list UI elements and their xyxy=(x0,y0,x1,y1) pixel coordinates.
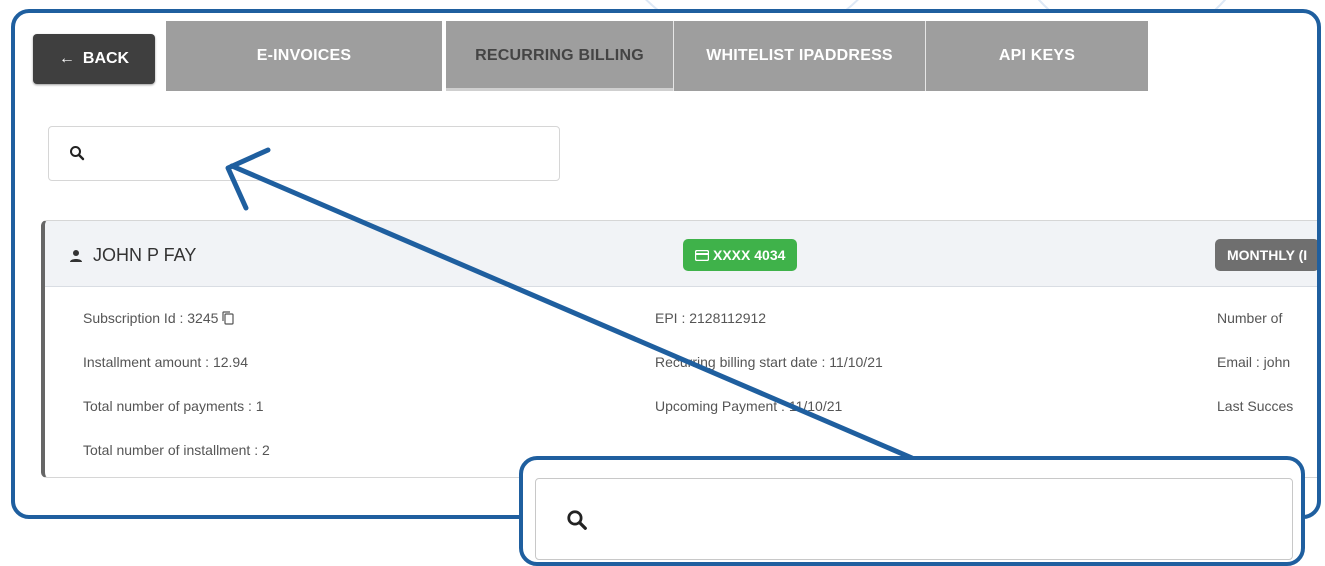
search-icon xyxy=(70,146,85,161)
tab-whitelist-ipaddress[interactable]: WHITELIST IPADDRESS xyxy=(673,21,925,91)
tab-api-keys[interactable]: API KEYS xyxy=(925,21,1148,91)
installment-amount: Installment amount : 12.94 xyxy=(83,354,248,370)
tab-label: E-INVOICES xyxy=(256,47,352,64)
search-icon xyxy=(567,510,587,530)
subscription-id: Subscription Id : 3245 xyxy=(83,310,235,326)
search-input[interactable] xyxy=(48,126,560,181)
back-button[interactable]: ← BACK xyxy=(33,34,155,84)
subscription-card: JOHN P FAY XXXX 4034 MONTHLY (I Subscrip… xyxy=(41,220,1317,478)
epi: EPI : 2128112912 xyxy=(655,310,767,326)
zoom-callout xyxy=(519,456,1305,566)
app-frame: ← BACK E-INVOICES RECURRING BILLING WHIT… xyxy=(11,9,1321,519)
card-badge-text: XXXX 4034 xyxy=(713,247,786,263)
tab-label: RECURRING BILLING xyxy=(475,47,644,64)
total-payments: Total number of payments : 1 xyxy=(83,398,264,414)
copy-icon[interactable] xyxy=(222,311,235,325)
arrow-left-icon: ← xyxy=(58,50,75,67)
email: Email : john xyxy=(1217,354,1291,370)
total-installments: Total number of installment : 2 xyxy=(83,442,270,458)
upcoming-payment: Upcoming Payment : 11/10/21 xyxy=(655,398,843,414)
card-badge: XXXX 4034 xyxy=(683,239,798,271)
tab-recurring-billing[interactable]: RECURRING BILLING xyxy=(446,21,673,91)
start-date: Recurring billing start date : 11/10/21 xyxy=(655,354,883,370)
tab-e-invoices[interactable]: E-INVOICES xyxy=(166,21,442,91)
customer-name: JOHN P FAY xyxy=(69,245,196,266)
tab-label: API KEYS xyxy=(998,47,1076,64)
subscription-card-header: JOHN P FAY XXXX 4034 MONTHLY (I xyxy=(45,221,1317,287)
number-of-label: Number of xyxy=(1217,310,1283,326)
back-button-label: BACK xyxy=(82,50,130,67)
credit-card-icon xyxy=(695,249,709,261)
subscription-id-text: Subscription Id : 3245 xyxy=(83,310,219,326)
customer-name-text: JOHN P FAY xyxy=(93,245,197,265)
last-successful: Last Succes xyxy=(1217,398,1294,414)
tab-label: WHITELIST IPADDRESS xyxy=(706,47,893,64)
frequency-badge-text: MONTHLY (I xyxy=(1227,247,1308,263)
frequency-badge: MONTHLY (I xyxy=(1215,239,1317,271)
user-icon xyxy=(70,249,82,262)
